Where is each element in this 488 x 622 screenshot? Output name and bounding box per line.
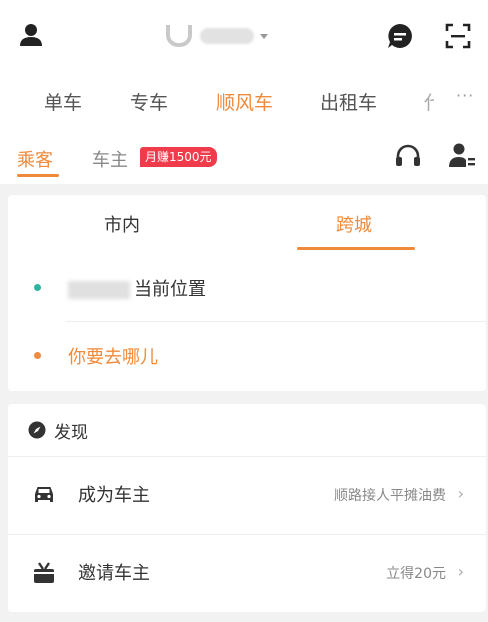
driver-profile-icon[interactable]: [448, 142, 476, 170]
invite-driver-subtitle: 立得20元: [386, 566, 446, 582]
role-bar: 乘客 车主 月赚1500元: [0, 126, 488, 184]
tab-intracity[interactable]: 市内: [104, 211, 140, 237]
become-driver-subtitle: 顺路接人平摊油费: [334, 488, 446, 504]
current-location-label: 当前位置: [134, 279, 206, 300]
discover-card: 发现 成为车主 顺路接人平摊油费 › 邀请车主 立得20元 ›: [8, 404, 486, 612]
chevron-right-icon: ›: [457, 562, 464, 581]
ride-request-card: 市内 跨城 当前位置 你要去哪儿: [8, 195, 486, 391]
divider: [66, 321, 486, 322]
mode-designated-driver[interactable]: 代: [424, 88, 434, 115]
city-name-blurred: [200, 28, 254, 44]
car-icon: [35, 487, 53, 502]
intercity-tab-indicator: [297, 247, 415, 250]
mode-bike[interactable]: 单车: [44, 88, 82, 115]
user-icon[interactable]: [18, 22, 44, 48]
become-driver-title: 成为车主: [78, 485, 150, 506]
tab-driver[interactable]: 车主: [92, 146, 128, 172]
origin-row[interactable]: 当前位置: [8, 255, 486, 321]
gift-icon: [34, 562, 54, 583]
headset-icon[interactable]: [394, 142, 422, 170]
more-modes-button[interactable]: ···: [456, 86, 474, 105]
become-driver-item[interactable]: 成为车主 顺路接人平摊油费 ›: [8, 457, 486, 533]
message-icon[interactable]: [386, 22, 414, 50]
didi-logo-icon: [166, 25, 192, 47]
destination-input[interactable]: 你要去哪儿: [68, 343, 158, 369]
discover-header: 发现: [8, 404, 486, 456]
scan-icon[interactable]: [444, 22, 472, 50]
destination-row[interactable]: 你要去哪儿: [8, 323, 486, 389]
tab-intercity[interactable]: 跨城: [336, 211, 372, 237]
discover-label: 发现: [54, 423, 88, 443]
service-mode-bar: 单车 专车 顺风车 出租车 代 ···: [0, 74, 488, 126]
top-bar: [0, 0, 488, 74]
tab-passenger[interactable]: 乘客: [17, 146, 53, 172]
passenger-tab-indicator: [17, 174, 59, 177]
chevron-down-icon: [260, 33, 268, 39]
mode-taxi[interactable]: 出租车: [320, 88, 377, 115]
origin-dot: [34, 284, 41, 291]
invite-driver-item[interactable]: 邀请车主 立得20元 ›: [8, 535, 486, 611]
destination-dot: [34, 352, 41, 359]
chevron-right-icon: ›: [457, 484, 464, 503]
city-selector[interactable]: [166, 22, 276, 50]
driver-earning-badge: 月赚1500元: [140, 147, 217, 167]
mode-premier[interactable]: 专车: [130, 88, 168, 115]
invite-driver-title: 邀请车主: [78, 563, 150, 584]
compass-icon: [28, 421, 46, 439]
mode-hitch[interactable]: 顺风车: [216, 88, 273, 115]
origin-name-blurred: [68, 281, 130, 299]
